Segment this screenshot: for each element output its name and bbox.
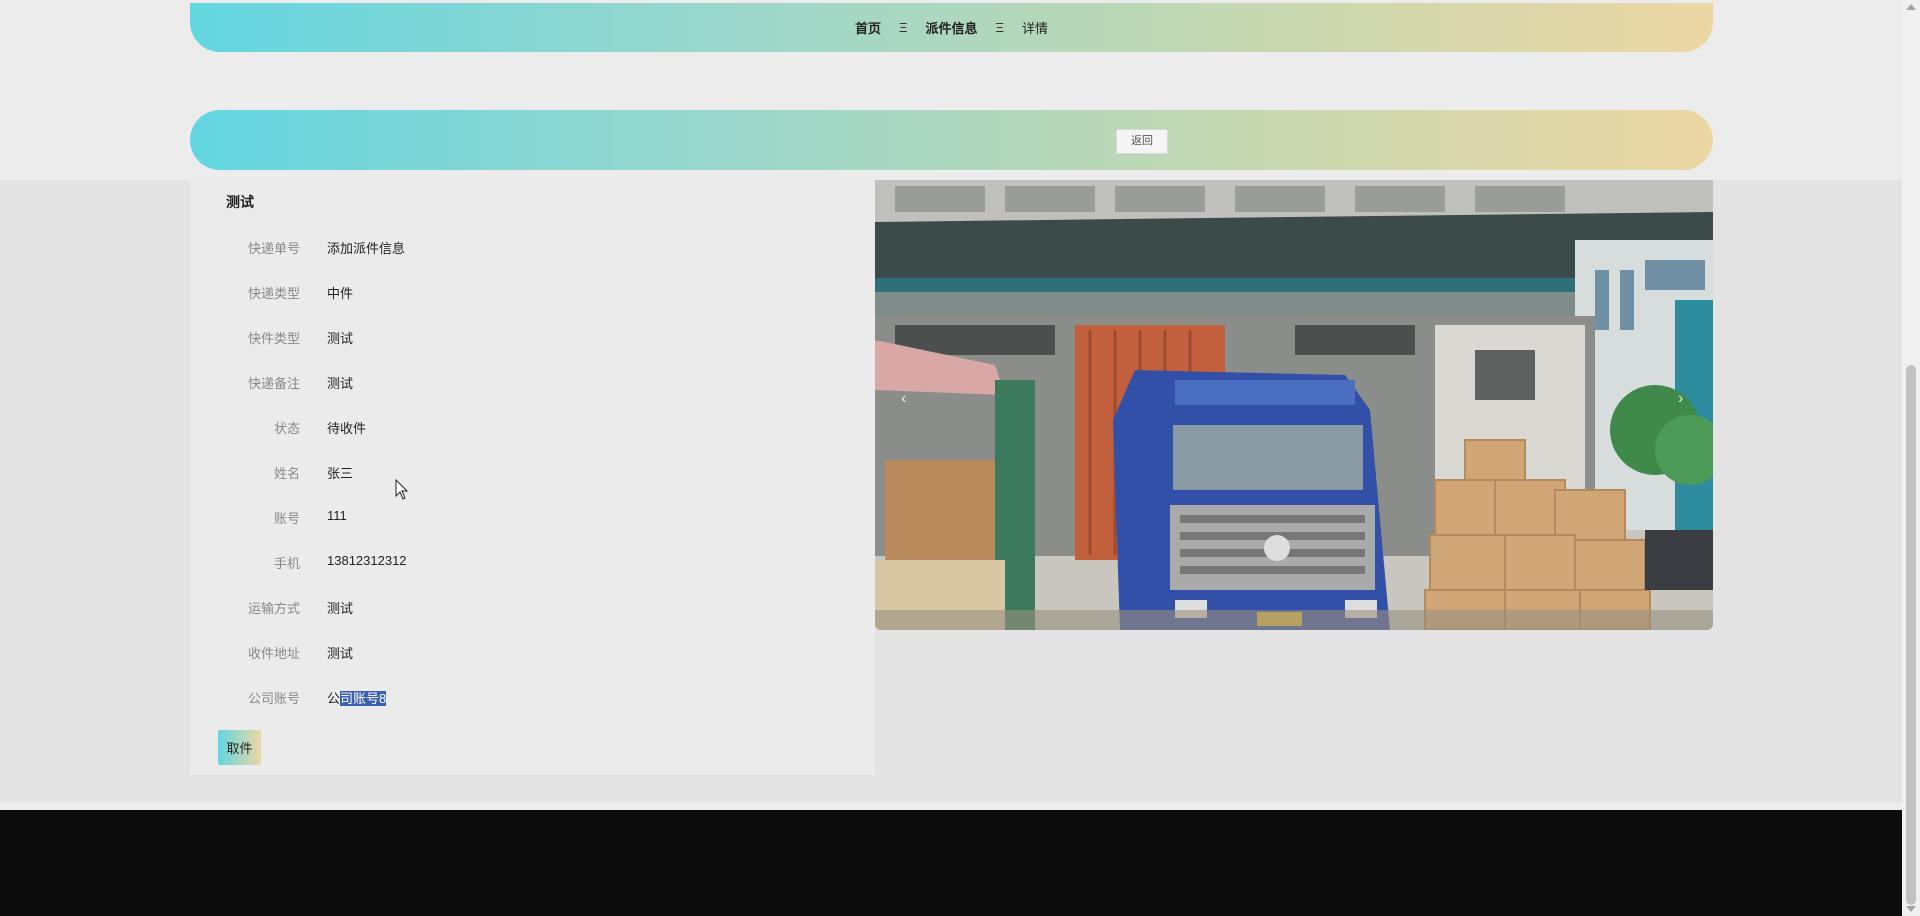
field-value: 13812312312 <box>327 553 407 568</box>
scrollbar-thumb[interactable] <box>1906 365 1916 905</box>
field-tracking-number: 快递单号 添加派件信息 <box>190 238 875 258</box>
field-label: 姓名 <box>273 466 300 481</box>
field-remark: 快递备注 测试 <box>190 373 875 393</box>
field-value: 待收件 <box>327 421 367 436</box>
action-bar: 返回 <box>190 110 1713 170</box>
footer <box>0 810 1902 916</box>
carousel-next-icon[interactable]: › <box>1678 390 1683 408</box>
breadcrumb: 首页 Ξ 派件信息 Ξ 详情 <box>190 3 1713 52</box>
field-status: 状态 待收件 <box>190 418 875 438</box>
field-label: 公司账号 <box>247 691 300 706</box>
breadcrumb-home[interactable]: 首页 <box>855 18 881 37</box>
field-value: 111 <box>327 508 347 523</box>
field-company-account: 公司账号 公司账号8 <box>190 688 875 708</box>
field-label: 状态 <box>273 421 300 436</box>
detail-title: 测试 <box>226 194 254 210</box>
breadcrumb-separator-icon: Ξ <box>995 20 1004 35</box>
breadcrumb-bar: 首页 Ξ 派件信息 Ξ 详情 <box>190 3 1713 52</box>
truck-warehouse-photo <box>875 180 1713 630</box>
field-parcel-type: 快件类型 测试 <box>190 328 875 348</box>
field-value: 测试 <box>327 646 354 661</box>
value-prefix: 公 <box>327 691 341 706</box>
field-label: 账号 <box>273 511 300 526</box>
selected-text: 司账号8 <box>340 691 387 706</box>
field-label: 快递类型 <box>247 286 300 301</box>
field-value: 测试 <box>327 376 354 391</box>
field-value: 测试 <box>327 331 354 346</box>
breadcrumb-current: 详情 <box>1021 21 1048 36</box>
breadcrumb-section[interactable]: 派件信息 <box>925 18 977 37</box>
field-value: 公司账号8 <box>327 688 387 707</box>
mouse-cursor-icon <box>395 479 409 500</box>
breadcrumb-separator-icon: Ξ <box>899 20 908 35</box>
scroll-up-icon[interactable] <box>1906 4 1916 10</box>
field-value: 添加派件信息 <box>327 241 406 256</box>
page: 首页 Ξ 派件信息 Ξ 详情 返回 测试 快递单号 添加派件信息 快递类型 中件… <box>0 0 1902 916</box>
field-label: 手机 <box>273 556 300 571</box>
field-label: 快递备注 <box>247 376 300 391</box>
back-button[interactable]: 返回 <box>1116 129 1168 154</box>
scroll-down-icon[interactable] <box>1906 906 1916 912</box>
carousel-prev-icon[interactable]: ‹ <box>901 390 906 408</box>
detail-panel: 测试 快递单号 添加派件信息 快递类型 中件 快件类型 测试 快递备注 测试 状… <box>190 180 875 775</box>
field-address: 收件地址 测试 <box>190 643 875 663</box>
field-value: 测试 <box>327 601 354 616</box>
pickup-button[interactable]: 取件 <box>218 730 261 765</box>
image-carousel[interactable]: ‹ › <box>875 180 1713 630</box>
field-label: 快递单号 <box>247 241 300 256</box>
field-name: 姓名 张三 <box>190 463 875 483</box>
field-value: 张三 <box>327 466 354 481</box>
field-phone: 手机 13812312312 <box>190 553 875 573</box>
field-label: 收件地址 <box>247 646 300 661</box>
vertical-scrollbar[interactable] <box>1902 0 1920 916</box>
field-express-type: 快递类型 中件 <box>190 283 875 303</box>
field-label: 快件类型 <box>247 331 300 346</box>
field-account: 账号 111 <box>190 508 875 528</box>
field-transport: 运输方式 测试 <box>190 598 875 618</box>
field-value: 中件 <box>327 286 354 301</box>
field-label: 运输方式 <box>247 601 300 616</box>
